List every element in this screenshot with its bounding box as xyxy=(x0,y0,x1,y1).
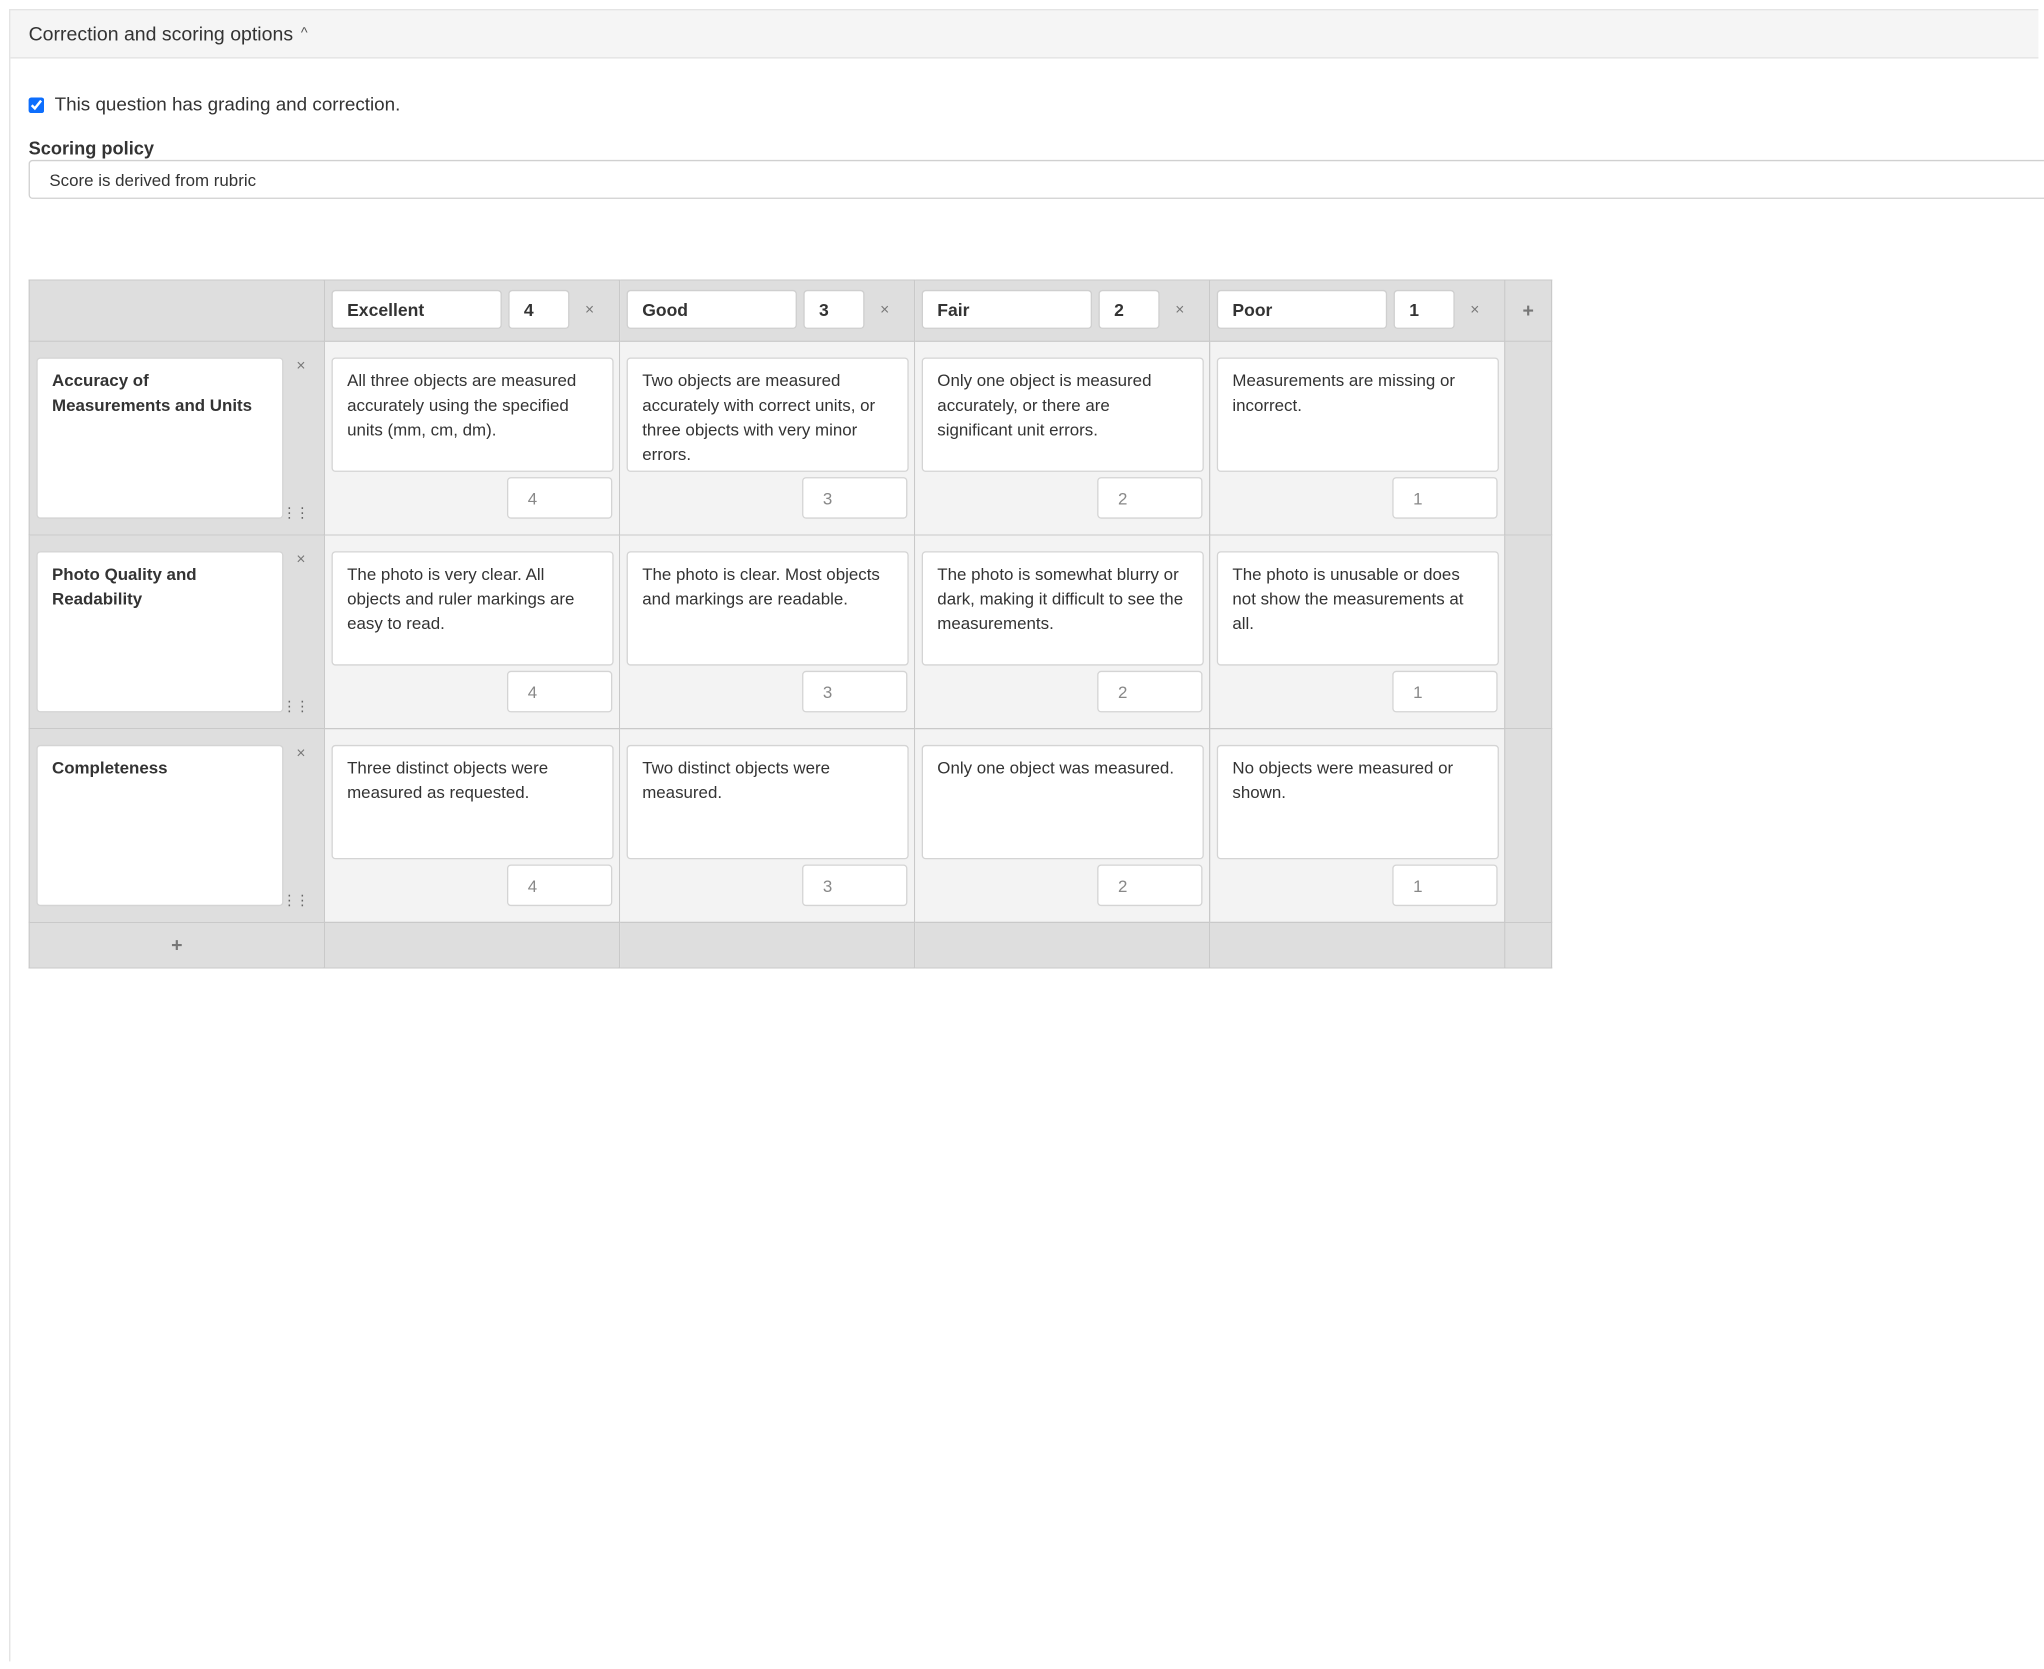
remove-criterion-icon[interactable]: × xyxy=(296,356,305,374)
remove-level-icon[interactable]: × xyxy=(1175,300,1184,318)
rubric-table: Excellent 4 × Good 3 × Fair 2 × Poor 1 × + Accuracy … xyxy=(28,279,1553,969)
grading-checkbox-label: This question has grading and correction… xyxy=(54,94,401,116)
level-header-cell: Good 3 × xyxy=(618,279,916,342)
criterion-row: Completeness × ⋮⋮ Three distinct objects we… xyxy=(28,727,1553,923)
level-points-input[interactable]: 4 xyxy=(508,289,570,329)
remove-level-icon[interactable]: × xyxy=(880,300,889,318)
rubric-cell: All three objects are measured accuratel… xyxy=(323,340,621,536)
level-points-input[interactable]: 1 xyxy=(1393,289,1455,329)
cell-points-input[interactable]: 1 xyxy=(1392,670,1498,713)
cell-points-input[interactable]: 4 xyxy=(506,670,613,713)
rubric-cell: Two objects are measured accurately with… xyxy=(618,340,916,536)
drag-handle-icon[interactable]: ⋮⋮ xyxy=(282,506,309,520)
cell-description-input[interactable]: Three distinct objects were measured as … xyxy=(331,744,614,860)
criterion-cell: Photo Quality and Readability × ⋮⋮ xyxy=(28,534,325,730)
level-header-cell: Fair 2 × xyxy=(913,279,1211,342)
level-name-input[interactable]: Fair xyxy=(921,289,1092,329)
rubric-cell: Only one object was measured. 2 xyxy=(913,727,1211,923)
grading-checkbox-row[interactable]: This question has grading and correction… xyxy=(28,94,401,116)
cell-description-input[interactable]: No objects were measured or shown. xyxy=(1216,744,1499,860)
cell-description-input[interactable]: The photo is clear. Most objects and mar… xyxy=(626,551,909,666)
rubric-cell: The photo is unusable or does not show t… xyxy=(1208,534,1506,730)
grading-checkbox[interactable] xyxy=(28,97,45,114)
cell-description-input[interactable]: Two objects are measured accurately with… xyxy=(626,357,909,472)
add-criterion-cell: + xyxy=(28,921,325,969)
cell-description-input[interactable]: The photo is very clear. All objects and… xyxy=(331,551,614,666)
add-criterion-button[interactable]: + xyxy=(171,934,182,956)
cell-points-input[interactable]: 3 xyxy=(802,670,908,713)
level-name-input[interactable]: Poor xyxy=(1216,289,1388,329)
cell-points-input[interactable]: 4 xyxy=(506,477,613,519)
cell-description-input[interactable]: All three objects are measured accuratel… xyxy=(331,357,614,472)
cell-points-input[interactable]: 1 xyxy=(1392,864,1498,907)
header-corner-cell xyxy=(28,279,325,342)
remove-criterion-icon[interactable]: × xyxy=(296,744,305,762)
rubric-cell: The photo is clear. Most objects and mar… xyxy=(618,534,916,730)
cell-description-input[interactable]: Two distinct objects were measured. xyxy=(626,744,909,860)
cell-points-input[interactable]: 1 xyxy=(1392,477,1498,519)
cell-points-input[interactable]: 4 xyxy=(506,864,613,907)
rubric-footer-row: + xyxy=(28,921,1553,969)
level-header-cell: Poor 1 × xyxy=(1208,279,1506,342)
add-level-button[interactable]: + xyxy=(1522,300,1533,322)
rubric-cell: No objects were measured or shown. 1 xyxy=(1208,727,1506,923)
rubric-cell: Only one object is measured accurately, … xyxy=(913,340,1211,536)
criterion-cell: Completeness × ⋮⋮ xyxy=(28,727,325,923)
cell-description-input[interactable]: Only one object was measured. xyxy=(921,744,1204,860)
rubric-cell: The photo is somewhat blurry or dark, ma… xyxy=(913,534,1211,730)
row-end-cell xyxy=(1504,534,1553,730)
cell-description-input[interactable]: Measurements are missing or incorrect. xyxy=(1216,357,1499,472)
cell-points-input[interactable]: 3 xyxy=(802,864,908,907)
panel-header[interactable]: Correction and scoring options ^ xyxy=(10,10,2039,59)
level-points-input[interactable]: 3 xyxy=(803,289,865,329)
cell-description-input[interactable]: Only one object is measured accurately, … xyxy=(921,357,1204,472)
criterion-cell: Accuracy of Measurements and Units × ⋮⋮ xyxy=(28,340,325,536)
cell-points-input[interactable]: 2 xyxy=(1097,864,1203,907)
cell-points-input[interactable]: 2 xyxy=(1097,477,1203,519)
criterion-row: Photo Quality and Readability × ⋮⋮ The phot… xyxy=(28,534,1553,730)
row-end-cell xyxy=(1504,340,1553,536)
rubric-cell: The photo is very clear. All objects and… xyxy=(323,534,621,730)
add-level-cell: + xyxy=(1504,279,1553,342)
rubric-header-row: Excellent 4 × Good 3 × Fair 2 × Poor 1 × + xyxy=(28,279,1553,342)
remove-level-icon[interactable]: × xyxy=(1470,300,1479,318)
rubric-cell: Two distinct objects were measured. 3 xyxy=(618,727,916,923)
level-name-input[interactable]: Good xyxy=(626,289,797,329)
drag-handle-icon[interactable]: ⋮⋮ xyxy=(282,894,309,908)
panel-title[interactable]: Correction and scoring options xyxy=(29,23,293,45)
cell-points-input[interactable]: 3 xyxy=(802,477,908,519)
rubric-cell: Measurements are missing or incorrect. 1 xyxy=(1208,340,1506,536)
criterion-name-input[interactable]: Photo Quality and Readability xyxy=(36,551,284,713)
level-points-input[interactable]: 2 xyxy=(1098,289,1160,329)
row-end-cell xyxy=(1504,727,1553,923)
cell-description-input[interactable]: The photo is somewhat blurry or dark, ma… xyxy=(921,551,1204,666)
level-header-cell: Excellent 4 × xyxy=(323,279,621,342)
rubric-cell: Three distinct objects were measured as … xyxy=(323,727,621,923)
cell-description-input[interactable]: The photo is unusable or does not show t… xyxy=(1216,551,1499,666)
drag-handle-icon[interactable]: ⋮⋮ xyxy=(282,700,309,714)
criterion-row: Accuracy of Measurements and Units × ⋮⋮ All… xyxy=(28,340,1553,536)
criterion-name-input[interactable]: Completeness xyxy=(36,744,284,907)
scoring-policy-select[interactable]: Score is derived from rubric xyxy=(28,159,2044,199)
remove-level-icon[interactable]: × xyxy=(585,300,594,318)
remove-criterion-icon[interactable]: × xyxy=(296,550,305,568)
scoring-options-panel: Correction and scoring options ^ This qu… xyxy=(9,9,2044,1662)
scoring-policy-label: Scoring policy xyxy=(28,137,155,159)
criterion-name-input[interactable]: Accuracy of Measurements and Units xyxy=(36,357,284,519)
caret-up-icon[interactable]: ^ xyxy=(301,26,308,42)
level-name-input[interactable]: Excellent xyxy=(331,289,502,329)
cell-points-input[interactable]: 2 xyxy=(1097,670,1203,713)
